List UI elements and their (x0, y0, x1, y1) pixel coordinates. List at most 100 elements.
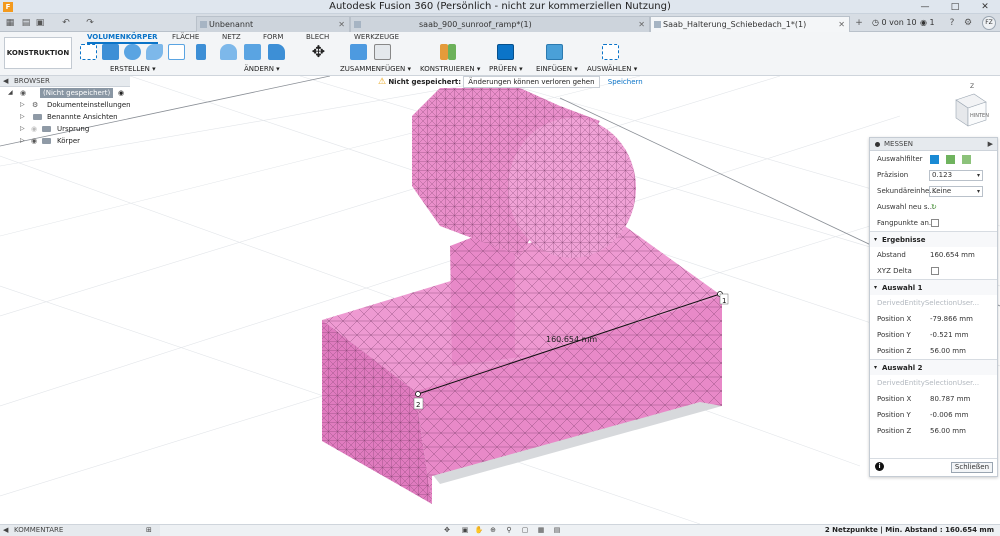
help-icon[interactable]: ? (946, 17, 958, 29)
dialog-menu-icon[interactable]: ▶ (988, 138, 993, 151)
browser-header[interactable]: ◀ BROWSER (0, 76, 130, 87)
comments-panel[interactable]: ◀ KOMMENTARE ⊞ (0, 525, 160, 536)
minimize-icon[interactable]: — (910, 0, 940, 14)
maximize-icon[interactable]: □ (940, 0, 970, 14)
file-icon[interactable]: ▤ (20, 17, 32, 29)
measure-point-2[interactable] (415, 391, 421, 397)
info-icon[interactable]: i (875, 462, 884, 471)
save-icon[interactable]: ▣ (34, 17, 46, 29)
extrude-icon[interactable] (102, 44, 119, 60)
tree-item-koerper[interactable]: ▷ ◉ Körper (0, 135, 130, 147)
close-button[interactable]: Schließen (950, 462, 993, 473)
shell-icon[interactable] (268, 44, 285, 60)
tab-werkzeuge[interactable]: WERKZEUGE (354, 33, 399, 41)
zoom-icon[interactable]: ⊕ (488, 526, 498, 535)
filter-body-icon[interactable] (930, 155, 939, 164)
close-icon[interactable]: ✕ (970, 0, 1000, 14)
selection2-section[interactable]: ▾ Auswahl 2 (870, 359, 997, 375)
job-status[interactable]: ◷ 0 von 10 (872, 16, 917, 30)
xyz-delta-checkbox[interactable] (931, 267, 939, 275)
tab-saab-900-sunroof-ramp[interactable]: saab_900_sunroof_ramp*(1) ✕ (350, 16, 650, 32)
settings-icon[interactable]: ⚙ (962, 17, 974, 29)
group-erstellen[interactable]: ERSTELLEN ▾ (110, 65, 156, 73)
revolve-icon[interactable] (124, 44, 141, 60)
undo-icon[interactable]: ↶ (60, 17, 72, 29)
position-y-value: -0.521 mm (930, 331, 969, 339)
close-tab-icon[interactable]: ✕ (838, 17, 845, 32)
fit-icon[interactable]: ⚲ (504, 526, 514, 535)
measure-header[interactable]: MESSEN ▶ (870, 138, 997, 151)
tree-root[interactable]: ◢ ◉ (Nicht gespeichert) ◉ (0, 87, 130, 99)
visibility-icon[interactable]: ◉ (31, 135, 37, 147)
look-at-icon[interactable]: ▣ (460, 526, 470, 535)
tab-blech[interactable]: BLECH (306, 33, 329, 41)
close-tab-icon[interactable]: ✕ (338, 17, 345, 32)
collapse-icon[interactable]: ◀ (3, 76, 8, 86)
expand-icon[interactable]: ▷ (20, 123, 25, 135)
fillet-icon[interactable] (220, 44, 237, 60)
tree-item-ursprung[interactable]: ▷ ◉ Ursprung (0, 123, 130, 135)
pattern-icon[interactable] (168, 44, 185, 60)
close-tab-icon[interactable]: ✕ (638, 17, 645, 32)
precision-select[interactable]: 0.123 ▾ (929, 170, 983, 181)
snap-checkbox[interactable] (931, 219, 939, 227)
reselect-icon[interactable]: ↻ (931, 199, 937, 215)
tab-unbenannt[interactable]: Unbenannt ✕ (196, 16, 350, 32)
tab-flaeche[interactable]: FLÄCHE (172, 33, 199, 41)
secondary-unit-select[interactable]: Keine ▾ (929, 186, 983, 197)
expand-icon[interactable]: ▷ (20, 99, 25, 111)
measure-icon[interactable] (497, 44, 514, 60)
grid-menu-icon[interactable]: ▦ (4, 17, 16, 29)
press-pull-icon[interactable] (196, 44, 206, 60)
create-sketch-icon[interactable] (80, 44, 97, 60)
notifications[interactable]: ◉ 1 (920, 16, 935, 30)
tab-form[interactable]: FORM (263, 33, 283, 41)
filter-face-icon[interactable] (946, 155, 955, 164)
display-settings-icon[interactable]: ▢ (520, 526, 530, 535)
hidden-eye-icon[interactable]: ◉ (31, 123, 37, 135)
chamfer-icon[interactable] (244, 44, 261, 60)
selection1-header: Auswahl 1 (882, 284, 923, 292)
expand-icon[interactable]: ▷ (20, 135, 25, 147)
avatar[interactable]: FZ (982, 16, 996, 30)
collapse-icon[interactable]: ◀ (3, 525, 8, 536)
group-konstruieren[interactable]: KONSTRUIEREN ▾ (420, 65, 480, 73)
group-einfuegen[interactable]: EINFÜGEN ▾ (536, 65, 578, 73)
new-component-icon[interactable] (350, 44, 367, 60)
joint-icon[interactable] (374, 44, 391, 60)
move-icon[interactable]: ✥ (310, 44, 327, 60)
selection1-section[interactable]: ▾ Auswahl 1 (870, 279, 997, 295)
3d-viewport[interactable]: 1 2 160.654 mm (0, 76, 1000, 524)
visibility-icon[interactable]: ◉ (20, 87, 26, 99)
tree-item-benannte-ansichten[interactable]: ▷ Benannte Ansichten (0, 111, 130, 123)
expand-icon[interactable]: ◢ (8, 87, 13, 99)
model-canvas[interactable]: 1 2 160.654 mm (0, 76, 1000, 524)
viewcube[interactable]: Z HINTEN (944, 82, 994, 132)
activate-icon[interactable]: ◉ (118, 87, 124, 99)
redo-icon[interactable]: ↷ (84, 17, 96, 29)
root-label[interactable]: (Nicht gespeichert) (40, 88, 114, 98)
tree-item-dokumenteinstellungen[interactable]: ▷ ⚙ Dokumenteinstellungen (0, 99, 131, 111)
tab-volumenkoerper[interactable]: VOLUMENKÖRPER (87, 33, 158, 44)
tab-saab-halterung[interactable]: Saab_Halterung_Schiebedach_1*(1) ✕ (650, 16, 850, 32)
results-section[interactable]: ▾ Ergebnisse (870, 231, 997, 247)
add-comment-icon[interactable]: ⊞ (146, 525, 152, 536)
orbit-icon[interactable]: ✥ (442, 526, 452, 535)
new-tab-icon[interactable]: + (853, 17, 865, 29)
tab-netz[interactable]: NETZ (222, 33, 241, 41)
grid-settings-icon[interactable]: ▦ (536, 526, 546, 535)
workspace-switcher[interactable]: KONSTRUKTION ▾ (4, 37, 72, 87)
sweep-icon[interactable] (146, 44, 163, 60)
offset-plane-icon[interactable] (440, 44, 448, 60)
expand-icon[interactable]: ▷ (20, 111, 25, 123)
group-zusammenfuegen[interactable]: ZUSAMMENFÜGEN ▾ (340, 65, 411, 73)
group-aendern[interactable]: ÄNDERN ▾ (244, 65, 280, 73)
viewport-settings-icon[interactable]: ▤ (552, 526, 562, 535)
pan-icon[interactable]: ✋ (474, 526, 484, 535)
select-icon[interactable] (602, 44, 619, 60)
group-auswaehlen[interactable]: AUSWÄHLEN ▾ (587, 65, 637, 73)
filter-edge-icon[interactable] (962, 155, 971, 164)
group-pruefen[interactable]: PRÜFEN ▾ (489, 65, 523, 73)
save-link[interactable]: Speichern (608, 78, 643, 86)
insert-image-icon[interactable] (546, 44, 563, 60)
